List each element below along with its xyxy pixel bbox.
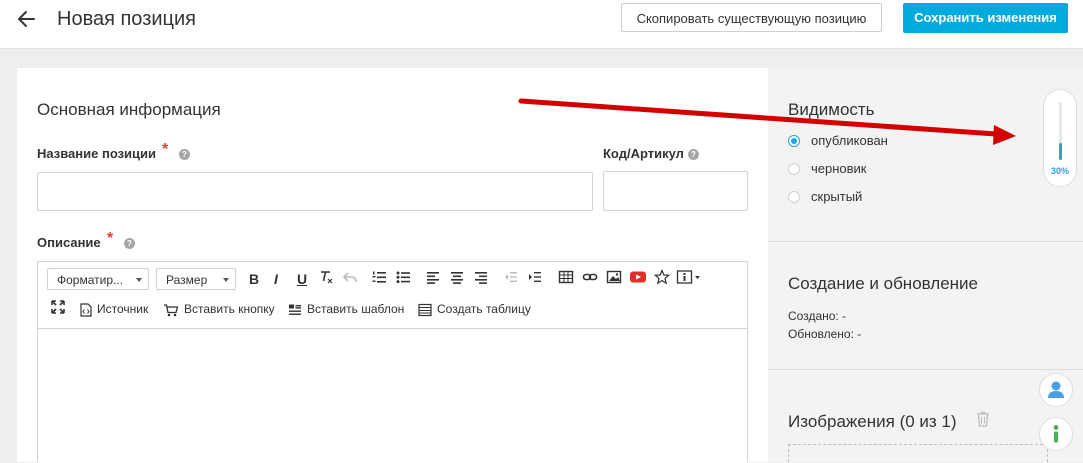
annotation-arrow: [518, 98, 1016, 145]
